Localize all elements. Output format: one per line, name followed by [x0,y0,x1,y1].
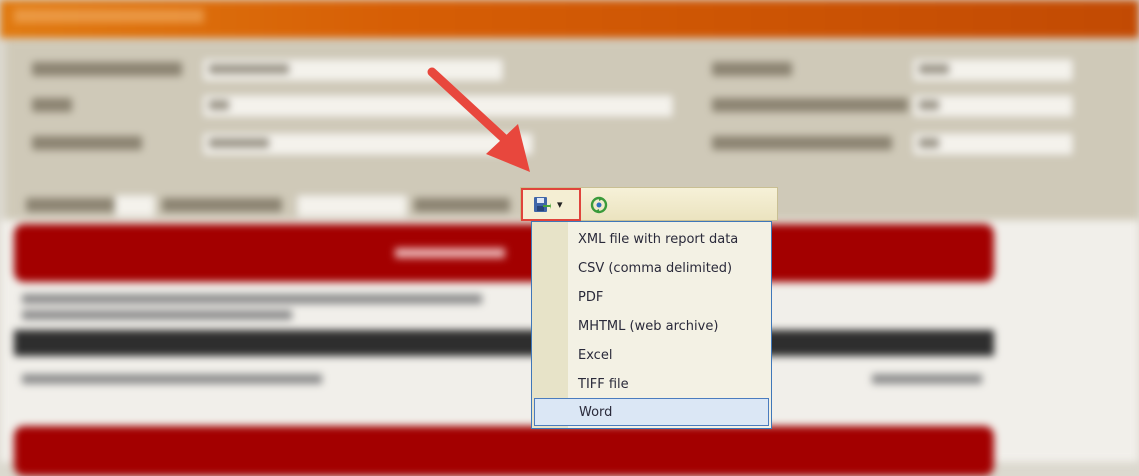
menu-item-label: MHTML (web archive) [578,319,719,334]
param-field[interactable] [912,58,1074,82]
menu-item-label: XML file with report data [578,232,739,247]
pager-label [26,198,126,212]
chevron-down-icon: ▾ [557,198,563,211]
find-field[interactable] [296,194,408,218]
param-label [712,136,892,150]
param-label [32,136,142,150]
table-row-value [872,374,982,384]
report-footer-band [14,426,994,476]
menu-item-mhtml[interactable]: MHTML (web archive) [534,313,769,341]
menu-item-label: CSV (comma delimited) [578,261,733,276]
table-header [14,330,994,356]
menu-item-label: PDF [578,290,604,305]
menu-item-tiff[interactable]: TIFF file [534,371,769,399]
param-label [712,98,908,112]
arrow-annotation [427,67,530,172]
menu-item-word[interactable]: Word [534,398,769,426]
table-row [22,374,322,384]
menu-item-excel[interactable]: Excel [534,342,769,370]
menu-item-label: Excel [578,348,613,363]
menu-item-label: Word [579,405,613,420]
pager-label [414,198,510,212]
refresh-icon[interactable] [590,196,608,214]
header-bar [0,0,1139,38]
menu-item-csv[interactable]: CSV (comma delimited) [534,255,769,283]
param-label [32,98,72,112]
param-label [712,62,792,76]
menu-item-xml[interactable]: XML file with report data [534,226,769,254]
report-text [22,294,482,304]
menu-item-pdf[interactable]: PDF [534,284,769,312]
header-title [14,9,204,23]
page-field[interactable] [114,194,156,218]
report-text [22,310,292,320]
param-label [32,62,182,76]
save-icon [534,197,551,212]
export-button[interactable]: ▾ [521,188,581,221]
pager-label [162,198,282,212]
param-field[interactable] [912,132,1074,156]
menu-item-label: TIFF file [578,377,629,392]
param-field[interactable] [912,94,1074,118]
export-format-menu: XML file with report data CSV (comma del… [531,221,772,429]
report-heading [395,248,505,258]
